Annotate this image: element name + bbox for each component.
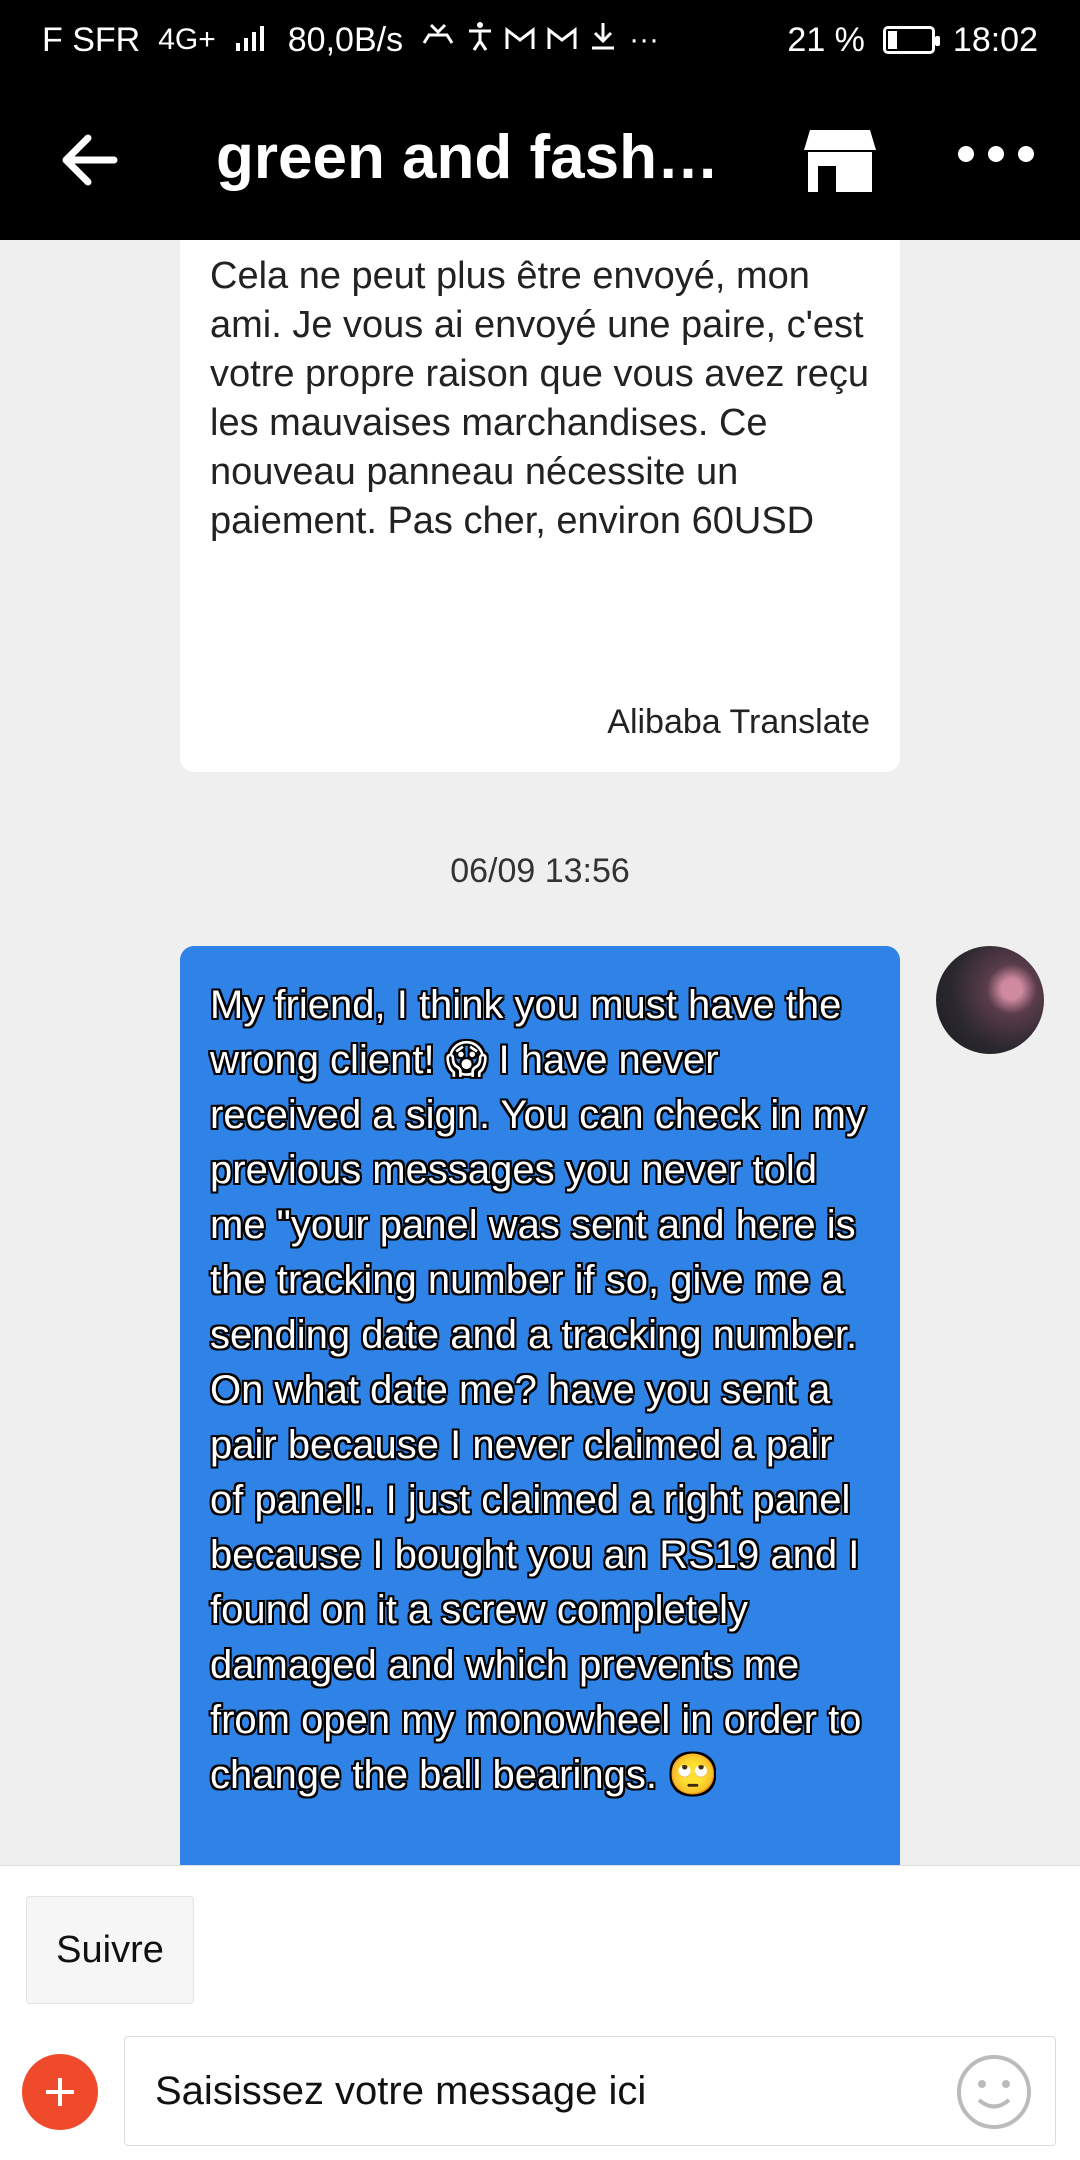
network-speed: 80,0B/s [287, 20, 404, 59]
translation-label: Alibaba Translate [607, 703, 870, 741]
incoming-message-bubble[interactable]: Cela ne peut plus être envoyé, mon ami. … [180, 240, 900, 772]
status-right: 21 % 18:02 [787, 21, 1038, 60]
status-left: F SFR 4G+ 80,0B/s ··· [42, 21, 659, 60]
clock: 18:02 [952, 20, 1038, 59]
more-icon[interactable] [958, 146, 1034, 162]
download-icon [589, 21, 617, 60]
gmail-icon [547, 21, 577, 60]
carrier-label: F SFR [42, 20, 141, 59]
signal-icon [234, 21, 270, 60]
message-input[interactable]: Saisissez votre message ici [124, 2036, 1056, 2146]
gmail-icon [505, 21, 535, 60]
outgoing-message-bubble[interactable]: My friend, I think you must have the wro… [180, 946, 900, 1865]
emoji-icon[interactable] [955, 2053, 1033, 2131]
notification-icons: ··· [421, 21, 659, 60]
more-notifications-icon: ··· [629, 23, 660, 56]
battery-percent: 21 % [787, 20, 865, 59]
add-icon[interactable] [22, 2054, 98, 2130]
message-timestamp: 06/09 13:56 [450, 852, 630, 890]
chat-header: green and fashio… [0, 80, 1080, 240]
follow-button[interactable]: Suivre [26, 1896, 194, 2004]
store-icon[interactable] [800, 120, 880, 200]
chat-title: green and fashio… [216, 123, 736, 192]
status-bar: F SFR 4G+ 80,0B/s ··· 21 % 18:02 [0, 0, 1080, 80]
network-type: 4G+ [158, 23, 216, 56]
avatar[interactable] [936, 946, 1044, 1054]
accessibility-icon [467, 21, 493, 60]
chat-messages[interactable]: Cela ne peut plus être envoyé, mon ami. … [0, 240, 1080, 1865]
back-arrow-icon[interactable] [58, 128, 122, 192]
outgoing-message-text: My friend, I think you must have the wro… [210, 983, 866, 1797]
missed-call-icon [421, 21, 455, 60]
incoming-message-text: Cela ne peut plus être envoyé, mon ami. … [210, 255, 870, 542]
battery-icon [882, 26, 940, 54]
message-composer: Suivre Saisissez votre message ici [0, 1865, 1080, 2160]
message-input-placeholder: Saisissez votre message ici [155, 2068, 647, 2113]
